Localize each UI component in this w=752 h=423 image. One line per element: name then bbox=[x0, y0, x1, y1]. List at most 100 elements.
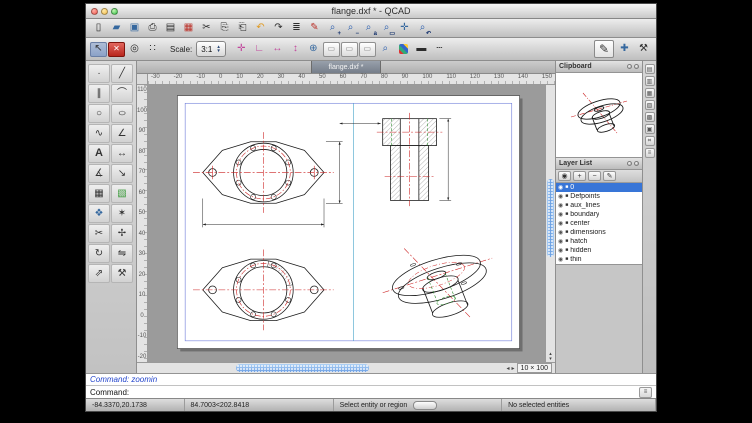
image-tool[interactable]: ▧ bbox=[111, 184, 133, 203]
restrict-off-button[interactable]: ✛ bbox=[233, 42, 250, 57]
layer-color-swatch-icon[interactable]: ■ bbox=[565, 194, 568, 199]
ellipse-tool[interactable]: ○ bbox=[111, 104, 133, 123]
minimize-window-button[interactable] bbox=[101, 8, 108, 15]
clipboard-panel-header[interactable]: Clipboard bbox=[556, 61, 642, 73]
layer-row[interactable]: ◉ ■ thin bbox=[556, 255, 642, 264]
parallel-tool[interactable]: ∥ bbox=[88, 84, 110, 103]
layer-list-panel-header[interactable]: Layer List bbox=[556, 158, 642, 170]
pencil-tool-button[interactable]: ✎ bbox=[594, 40, 614, 58]
dimension-tool[interactable]: ↔ bbox=[111, 144, 133, 163]
text-tool[interactable]: A bbox=[88, 144, 110, 163]
cut-button[interactable]: ✂ bbox=[198, 21, 215, 36]
command-input-line[interactable]: Command: ≡ bbox=[86, 385, 656, 398]
eye-icon[interactable]: ◉ bbox=[558, 203, 563, 209]
edit-layer-button[interactable]: ✎ bbox=[603, 171, 616, 181]
measure-distance-button[interactable]: ▭ bbox=[323, 42, 340, 57]
layer-color-swatch-icon[interactable]: ■ bbox=[565, 221, 568, 226]
add-point-button[interactable]: ✚ bbox=[616, 42, 633, 57]
restrict-horizontal-button[interactable]: ↔ bbox=[269, 42, 286, 57]
measure-area-button[interactable]: ▭ bbox=[359, 42, 376, 57]
draw-order-button[interactable]: ≣ bbox=[288, 21, 305, 36]
mirror-tool[interactable]: ⇋ bbox=[111, 244, 133, 263]
vertical-scrollbar[interactable]: ▴ ▾ bbox=[545, 85, 555, 362]
polyline-tool[interactable]: ∠ bbox=[111, 124, 133, 143]
zoom-redraw-button[interactable]: ⌕ bbox=[377, 42, 394, 57]
eye-icon[interactable]: ◉ bbox=[558, 239, 563, 245]
layer-color-swatch-icon[interactable]: ■ bbox=[565, 248, 568, 253]
zoom-window-button-titlebar[interactable] bbox=[111, 8, 118, 15]
file-new-button[interactable]: ▯ bbox=[90, 21, 107, 36]
leader-tool[interactable]: ↘ bbox=[111, 164, 133, 183]
toggle-view-list-button[interactable]: ▧ bbox=[645, 100, 655, 110]
scale-tool[interactable]: ⇗ bbox=[88, 264, 110, 283]
vertical-scrollbar-thumb[interactable] bbox=[547, 179, 554, 257]
edit-pencil-button[interactable]: ✎ bbox=[306, 21, 323, 36]
layer-row[interactable]: ◉ ■ hidden bbox=[556, 246, 642, 255]
block-tool[interactable]: ❖ bbox=[88, 204, 110, 223]
file-open-button[interactable]: ▰ bbox=[108, 21, 125, 36]
zoom-out-button[interactable]: ⌕ − bbox=[342, 21, 359, 36]
layer-color-swatch-icon[interactable]: ■ bbox=[565, 212, 568, 217]
eye-icon[interactable]: ◉ bbox=[558, 185, 563, 191]
panel-close-button[interactable] bbox=[634, 64, 639, 69]
toggle-grid-button[interactable]: ⌗ bbox=[645, 136, 655, 146]
toggle-block-list-button[interactable]: ▦ bbox=[645, 88, 655, 98]
file-print-button[interactable]: ⎙ bbox=[144, 21, 161, 36]
explode-tool[interactable]: ✶ bbox=[111, 204, 133, 223]
zoom-window-button[interactable]: ⌕ ▭ bbox=[378, 21, 395, 36]
eye-icon[interactable]: ◉ bbox=[558, 194, 563, 200]
drawing-canvas[interactable] bbox=[148, 85, 545, 362]
scroll-right-icon[interactable]: ▸ bbox=[512, 365, 515, 372]
toggle-menu-button[interactable]: ≡ bbox=[645, 148, 655, 158]
layer-row[interactable]: ◉ ■ boundary bbox=[556, 210, 642, 219]
move-tool[interactable]: ✢ bbox=[111, 224, 133, 243]
layer-color-swatch-icon[interactable]: ■ bbox=[565, 239, 568, 244]
paste-button[interactable]: ⎗ bbox=[234, 21, 251, 36]
restrict-vertical-button[interactable]: ↕ bbox=[287, 42, 304, 57]
layer-color-swatch-icon[interactable]: ■ bbox=[565, 185, 568, 190]
line-tool[interactable]: ╱ bbox=[111, 64, 133, 83]
layer-row[interactable]: ◉ ■ Defpoints bbox=[556, 192, 642, 201]
title-bar[interactable]: flange.dxf * - QCAD bbox=[86, 4, 656, 19]
command-options-button[interactable]: ≡ bbox=[639, 387, 652, 398]
print-preview-button[interactable]: ▤ bbox=[162, 21, 179, 36]
layer-row[interactable]: ◉ ■ dimensions bbox=[556, 228, 642, 237]
relative-zero-button[interactable]: ⊕ bbox=[305, 42, 322, 57]
zoom-pan-button[interactable]: ✛ bbox=[396, 21, 413, 36]
document-tab[interactable]: flange.dxf * bbox=[311, 61, 380, 73]
circle-tool[interactable]: ○ bbox=[88, 104, 110, 123]
layer-color-swatch-icon[interactable]: ■ bbox=[565, 230, 568, 235]
layer-row[interactable]: ◉ ■ hatch bbox=[556, 237, 642, 246]
line-style-button[interactable]: ┄ bbox=[431, 42, 448, 57]
zoom-previous-button[interactable]: ⌕ ↶ bbox=[414, 21, 431, 36]
eye-icon[interactable]: ◉ bbox=[558, 212, 563, 218]
trim-tool[interactable]: ✂ bbox=[88, 224, 110, 243]
snap-grid-button[interactable]: ∷ bbox=[144, 42, 161, 57]
dimension-angular-tool[interactable]: ∡ bbox=[88, 164, 110, 183]
eye-icon[interactable]: ◉ bbox=[558, 248, 563, 254]
file-save-button[interactable]: ▣ bbox=[126, 21, 143, 36]
layer-color-swatch-icon[interactable]: ■ bbox=[565, 257, 568, 262]
scale-select[interactable]: 3:1 ▲▼ bbox=[196, 41, 226, 57]
toggle-clipboard-button[interactable]: ▣ bbox=[645, 124, 655, 134]
wrench-tool[interactable]: ⚒ bbox=[111, 264, 133, 283]
toggle-command-line-button[interactable]: ▩ bbox=[645, 112, 655, 122]
layer-color-swatch-icon[interactable]: ■ bbox=[565, 203, 568, 208]
horizontal-scrollbar-thumb[interactable] bbox=[236, 364, 368, 372]
export-pdf-button[interactable]: ▦ bbox=[180, 21, 197, 36]
hatch-tool[interactable]: ▦ bbox=[88, 184, 110, 203]
toggle-all-layers-button[interactable]: ◉ bbox=[558, 171, 571, 181]
selection-pointer-button[interactable]: ↖ bbox=[90, 42, 107, 57]
arc-tool[interactable]: ⌒ bbox=[111, 84, 133, 103]
eye-icon[interactable]: ◉ bbox=[558, 230, 563, 236]
spline-tool[interactable]: ∿ bbox=[88, 124, 110, 143]
pen-color-button[interactable]: ▦ bbox=[395, 42, 412, 57]
horizontal-scrollbar[interactable] bbox=[137, 363, 505, 373]
scroll-left-icon[interactable]: ◂ bbox=[507, 365, 510, 372]
undo-button[interactable]: ↶ bbox=[252, 21, 269, 36]
toggle-library-browser-button[interactable]: ▥ bbox=[645, 76, 655, 86]
remove-layer-button[interactable]: − bbox=[588, 171, 601, 181]
panel-close-button[interactable] bbox=[634, 161, 639, 166]
line-weight-button[interactable]: ▬ bbox=[413, 42, 430, 57]
snap-auto-button[interactable]: ◎ bbox=[126, 42, 143, 57]
